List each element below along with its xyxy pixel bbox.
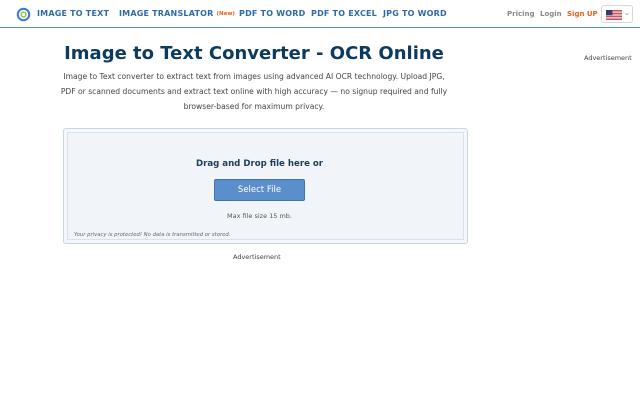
- nav-image-translator[interactable]: IMAGE TRANSLATOR (New): [119, 9, 235, 18]
- select-file-button[interactable]: Select File: [214, 179, 305, 201]
- page-description: Image to Text converter to extract text …: [60, 72, 448, 111]
- language-selector[interactable]: ⌄: [601, 5, 633, 23]
- login-link[interactable]: Login: [540, 10, 562, 18]
- chevron-down-icon: ⌄: [624, 9, 630, 17]
- drop-zone-text: Drag and Drop file here or: [195, 159, 324, 169]
- privacy-notice: Your privacy is protected! No data is tr…: [74, 232, 231, 238]
- us-flag-icon: [606, 10, 622, 20]
- nav-jpg-to-word[interactable]: JPG TO WORD: [383, 9, 447, 18]
- pricing-link[interactable]: Pricing: [507, 10, 535, 18]
- logo-icon[interactable]: [16, 7, 31, 22]
- new-badge: (New): [216, 11, 235, 17]
- advertisement-label-right: Advertisement: [584, 54, 632, 62]
- top-navbar: IMAGE TO TEXT IMAGE TRANSLATOR (New) PDF …: [0, 0, 640, 28]
- max-file-size-text: Max file size 15 mb.: [227, 212, 292, 220]
- nav-pdf-to-excel[interactable]: PDF TO EXCEL: [311, 9, 377, 18]
- nav-pdf-to-word[interactable]: PDF TO WORD: [239, 9, 305, 18]
- nav-image-translator-label: IMAGE TRANSLATOR: [119, 9, 214, 18]
- signup-link[interactable]: Sign UP: [567, 10, 598, 18]
- advertisement-label-bottom: Advertisement: [233, 253, 281, 261]
- page-title: Image to Text Converter - OCR Online: [64, 43, 444, 64]
- brand-link[interactable]: IMAGE TO TEXT: [37, 9, 109, 18]
